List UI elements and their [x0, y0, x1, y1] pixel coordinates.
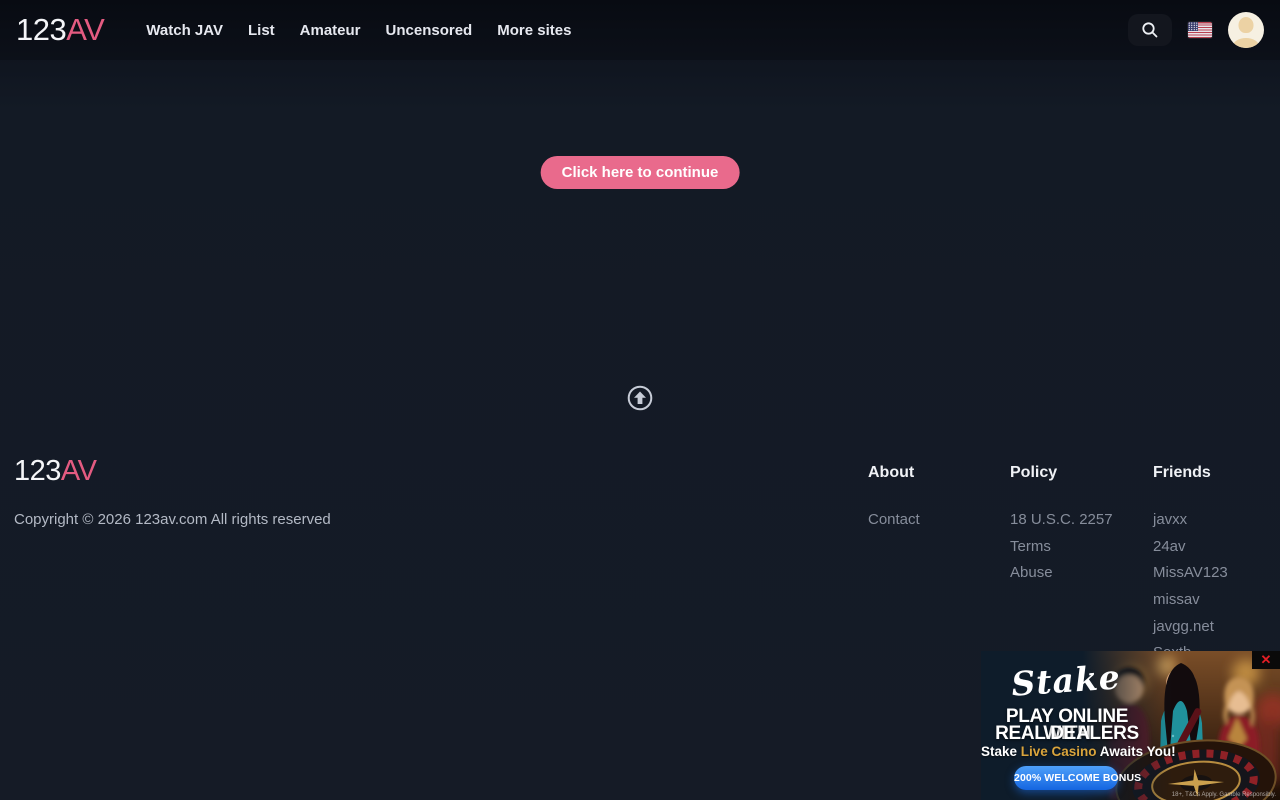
- ad-close-button[interactable]: ✕: [1252, 651, 1280, 669]
- brand-logo-123: 123: [16, 12, 66, 47]
- language-us-flag-icon[interactable]: [1188, 22, 1212, 38]
- footer-column-friends: Friends javxx 24av MissAV123 missav javg…: [1153, 464, 1280, 671]
- ad-cta-button[interactable]: 200% WELCOME BONUS: [1014, 766, 1118, 790]
- footer-column-about: About Contact: [868, 464, 1008, 538]
- footer-heading-about: About: [868, 464, 1008, 482]
- footer-link-contact[interactable]: Contact: [868, 511, 1008, 527]
- top-navbar: 123AV Watch JAV List Amateur Uncensored …: [0, 0, 1280, 60]
- brand-logo-av: AV: [66, 12, 104, 47]
- footer-link-missav123[interactable]: MissAV123: [1153, 564, 1280, 580]
- ad-disclaimer-text: 18+, T&Cs Apply. Gamble Responsibly.: [1172, 792, 1276, 798]
- ad-subline: Stake Live Casino Awaits You!: [981, 744, 1153, 759]
- search-button[interactable]: [1128, 14, 1172, 46]
- footer-logo-av: AV: [61, 455, 97, 487]
- footer-logo-123: 123: [14, 455, 61, 487]
- continue-button[interactable]: Click here to continue: [541, 156, 740, 189]
- user-avatar[interactable]: [1228, 12, 1264, 48]
- ad-headline-line2: REAL DEALERS: [981, 725, 1153, 742]
- search-icon: [1141, 21, 1159, 39]
- footer-heading-policy: Policy: [1010, 464, 1150, 482]
- avatar-silhouette-head: [1239, 17, 1254, 33]
- arrow-up-circle-icon: [627, 385, 653, 411]
- page: 123AV Watch JAV List Amateur Uncensored …: [0, 0, 1280, 800]
- flag-canton: [1188, 22, 1198, 31]
- copyright-text: Copyright © 2026 123av.com All rights re…: [14, 511, 331, 528]
- nav-item-watch-jav[interactable]: Watch JAV: [146, 22, 223, 39]
- ad-subline-suffix: Awaits You!: [1097, 744, 1176, 759]
- scroll-top-button[interactable]: [627, 385, 653, 411]
- close-icon: ✕: [1261, 652, 1272, 667]
- footer-link-2257[interactable]: 18 U.S.C. 2257: [1010, 511, 1150, 527]
- ad-banner-stake[interactable]: Stake PLAY ONLINE WITH REAL DEALERS Stak…: [981, 651, 1280, 800]
- footer-link-24av[interactable]: 24av: [1153, 538, 1280, 554]
- footer-logo[interactable]: 123AV: [14, 455, 96, 488]
- footer-link-javgg[interactable]: javgg.net: [1153, 618, 1280, 634]
- ad-subline-highlight: Live Casino: [1021, 744, 1097, 759]
- brand-logo[interactable]: 123AV: [16, 12, 104, 48]
- nav-item-uncensored[interactable]: Uncensored: [386, 22, 473, 39]
- footer-heading-friends: Friends: [1153, 464, 1280, 482]
- footer-link-missav[interactable]: missav: [1153, 591, 1280, 607]
- nav-item-amateur[interactable]: Amateur: [300, 22, 361, 39]
- nav-item-list[interactable]: List: [248, 22, 275, 39]
- avatar-silhouette-torso: [1233, 38, 1259, 48]
- main-nav: Watch JAV List Amateur Uncensored More s…: [146, 22, 571, 39]
- ad-subline-prefix: Stake: [981, 744, 1021, 759]
- footer-link-abuse[interactable]: Abuse: [1010, 564, 1150, 580]
- footer-column-policy: Policy 18 U.S.C. 2257 Terms Abuse: [1010, 464, 1150, 591]
- footer-link-terms[interactable]: Terms: [1010, 538, 1150, 554]
- navbar-right-controls: [1128, 12, 1264, 48]
- nav-item-more-sites[interactable]: More sites: [497, 22, 571, 39]
- footer-link-javxx[interactable]: javxx: [1153, 511, 1280, 527]
